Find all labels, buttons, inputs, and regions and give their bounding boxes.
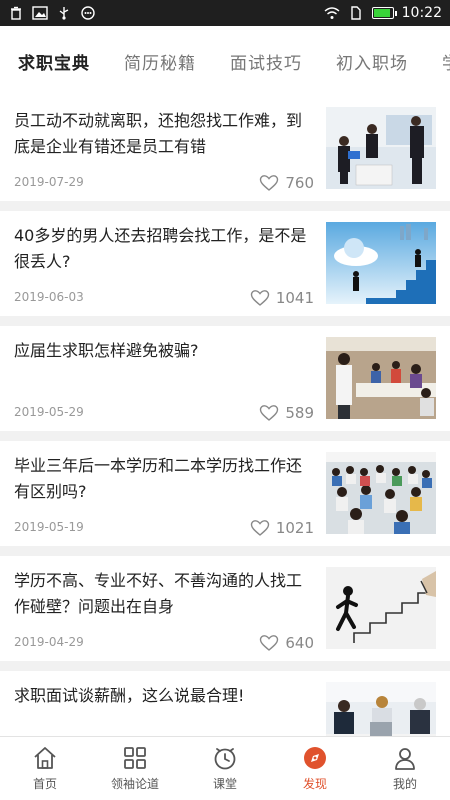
like-count: 589 xyxy=(285,404,314,422)
article-card[interactable]: 员工动不动就离职，还抱怨找工作难，到底是企业有错还是员工有错 2019-07-2… xyxy=(0,96,450,201)
profile-icon xyxy=(395,748,415,770)
article-thumbnail xyxy=(326,452,436,534)
article-date: 2019-06-03 xyxy=(14,290,84,304)
article-date: 2019-05-29 xyxy=(14,405,84,419)
article-thumbnail xyxy=(326,682,436,736)
nav-lingxiu-lundao[interactable]: 领袖论道 xyxy=(90,745,180,792)
image-icon xyxy=(32,6,48,20)
heart-icon xyxy=(260,635,279,651)
article-thumbnail xyxy=(326,337,436,419)
battery-icon xyxy=(371,7,397,19)
tab-churu-zhichang[interactable]: 初入职场 xyxy=(336,49,408,74)
like-counter[interactable]: 1041 xyxy=(250,289,314,307)
article-title: 学历不高、专业不好、不善沟通的人找工作碰壁？问题出在自身 xyxy=(14,571,303,616)
status-time: 10:22 xyxy=(401,5,442,21)
tab-qiuzhi-baodian[interactable]: 求职宝典 xyxy=(18,49,90,74)
like-counter[interactable]: 760 xyxy=(259,174,314,192)
like-count: 640 xyxy=(285,634,314,652)
article-feed: 员工动不动就离职，还抱怨找工作难，到底是企业有错还是员工有错 2019-07-2… xyxy=(0,96,450,736)
like-count: 760 xyxy=(285,174,314,192)
category-tabs: 求职宝典 简历秘籍 面试技巧 初入职场 学 xyxy=(0,26,450,96)
article-date: 2019-05-19 xyxy=(14,520,84,534)
article-card[interactable]: 求职面试谈薪酬，这么说最合理! xyxy=(0,671,450,736)
nav-label: 领袖论道 xyxy=(110,777,159,791)
nav-faxian[interactable]: 发现 xyxy=(270,745,360,792)
heart-icon xyxy=(260,175,279,191)
usb-icon xyxy=(56,6,72,20)
article-card[interactable]: 40多岁的男人还去招聘会找工作，是不是很丢人? 2019-06-03 1041 xyxy=(0,211,450,316)
nav-label: 课堂 xyxy=(212,777,237,791)
grid-icon xyxy=(124,747,146,769)
sim-icon xyxy=(348,6,364,20)
article-card[interactable]: 学历不高、专业不好、不善沟通的人找工作碰壁？问题出在自身 2019-04-29 … xyxy=(0,556,450,661)
wifi-icon xyxy=(324,6,340,20)
heart-icon xyxy=(250,290,270,306)
article-title: 求职面试谈薪酬，这么说最合理! xyxy=(14,686,245,705)
nav-label: 首页 xyxy=(32,777,57,791)
status-left xyxy=(8,6,96,20)
like-counter[interactable]: 640 xyxy=(259,634,314,652)
tab-mianshi-jiqiao[interactable]: 面试技巧 xyxy=(230,49,302,74)
message-icon xyxy=(80,6,96,20)
status-right: 10:22 xyxy=(324,5,442,21)
like-counter[interactable]: 589 xyxy=(259,404,314,422)
nav-label: 发现 xyxy=(302,777,327,791)
article-date: 2019-04-29 xyxy=(14,635,84,649)
article-thumbnail xyxy=(326,567,436,649)
article-title: 员工动不动就离职，还抱怨找工作难，到底是企业有错还是员工有错 xyxy=(14,111,303,156)
article-card[interactable]: 应届生求职怎样避免被骗? 2019-05-29 589 xyxy=(0,326,450,431)
clock-icon xyxy=(214,748,236,770)
heart-icon xyxy=(260,405,279,421)
article-title: 毕业三年后一本学历和二本学历找工作还有区别吗? xyxy=(14,456,303,501)
nav-ketang[interactable]: 课堂 xyxy=(180,745,270,792)
nav-label: 我的 xyxy=(392,777,417,791)
battery-level xyxy=(373,9,390,17)
tab-jianli-miji[interactable]: 简历秘籍 xyxy=(124,49,196,74)
article-date: 2019-07-29 xyxy=(14,175,84,189)
status-bar: 10:22 xyxy=(0,0,450,26)
article-thumbnail xyxy=(326,222,436,304)
nav-wode[interactable]: 我的 xyxy=(360,745,450,792)
discover-icon xyxy=(304,747,326,769)
heart-icon xyxy=(250,520,270,536)
article-card[interactable]: 毕业三年后一本学历和二本学历找工作还有区别吗? 2019-05-19 1021 xyxy=(0,441,450,546)
like-counter[interactable]: 1021 xyxy=(250,519,314,537)
article-title: 应届生求职怎样避免被骗? xyxy=(14,341,199,360)
home-icon xyxy=(34,747,56,769)
article-title: 40多岁的男人还去招聘会找工作，是不是很丢人? xyxy=(14,226,307,271)
trash-icon xyxy=(8,6,24,20)
tab-partial[interactable]: 学 xyxy=(442,49,450,74)
like-count: 1021 xyxy=(275,519,314,537)
nav-home[interactable]: 首页 xyxy=(0,745,90,792)
bottom-navigation: 首页 领袖论道 课堂 发现 我的 xyxy=(0,736,450,800)
article-thumbnail xyxy=(326,107,436,189)
like-count: 1041 xyxy=(275,289,314,307)
